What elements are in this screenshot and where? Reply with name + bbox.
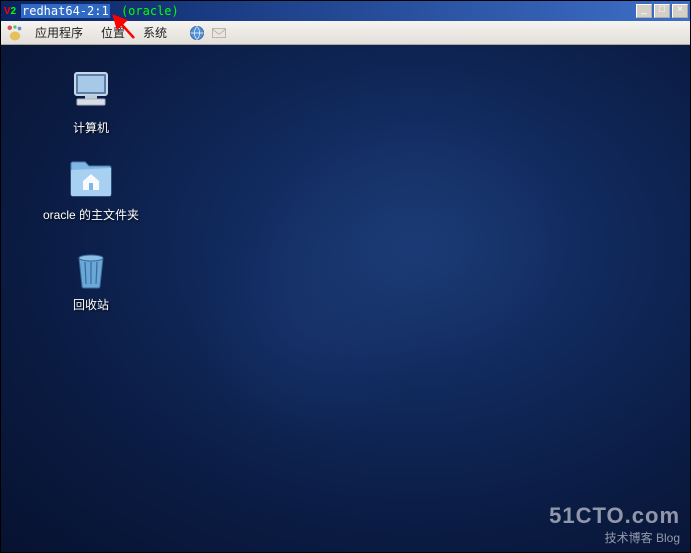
home-folder-icon xyxy=(67,154,115,202)
close-button[interactable]: × xyxy=(672,4,688,18)
applications-menu[interactable]: 应用程序 xyxy=(27,22,91,43)
maximize-button[interactable]: □ xyxy=(654,4,670,18)
title-host: redhat64-2:1 xyxy=(21,4,110,18)
window-title: redhat64-2:1 (oracle) xyxy=(21,4,179,18)
trash-label: 回收站 xyxy=(73,296,109,313)
computer-icon xyxy=(67,67,115,115)
mail-icon[interactable] xyxy=(209,23,229,43)
minimize-button[interactable]: _ xyxy=(636,4,652,18)
system-menu[interactable]: 系统 xyxy=(135,22,175,43)
watermark-line1: 51CTO.com xyxy=(549,503,680,529)
watermark: 51CTO.com 技术博客 Blog xyxy=(549,503,680,546)
vnc-icon: V2 xyxy=(3,4,17,18)
gnome-foot-icon xyxy=(5,23,25,43)
computer-label: 计算机 xyxy=(73,119,109,136)
trash-icon xyxy=(67,244,115,292)
title-user: (oracle) xyxy=(121,4,179,18)
watermark-line2: 技术博客 Blog xyxy=(549,529,680,546)
desktop[interactable]: 计算机 oracle 的主文件夹 xyxy=(1,45,690,552)
browser-icon[interactable] xyxy=(187,23,207,43)
home-folder-desktop-icon[interactable]: oracle 的主文件夹 xyxy=(31,150,151,227)
gnome-panel: 应用程序 位置 系统 xyxy=(1,21,690,45)
home-folder-label: oracle 的主文件夹 xyxy=(43,206,139,223)
trash-desktop-icon[interactable]: 回收站 xyxy=(31,240,151,317)
computer-desktop-icon[interactable]: 计算机 xyxy=(31,63,151,140)
places-menu[interactable]: 位置 xyxy=(93,22,133,43)
window-controls: _ □ × xyxy=(636,4,688,18)
vnc-window: V2 redhat64-2:1 (oracle) _ □ × 应用程序 位置 系… xyxy=(0,0,691,553)
titlebar: V2 redhat64-2:1 (oracle) _ □ × xyxy=(1,1,690,21)
